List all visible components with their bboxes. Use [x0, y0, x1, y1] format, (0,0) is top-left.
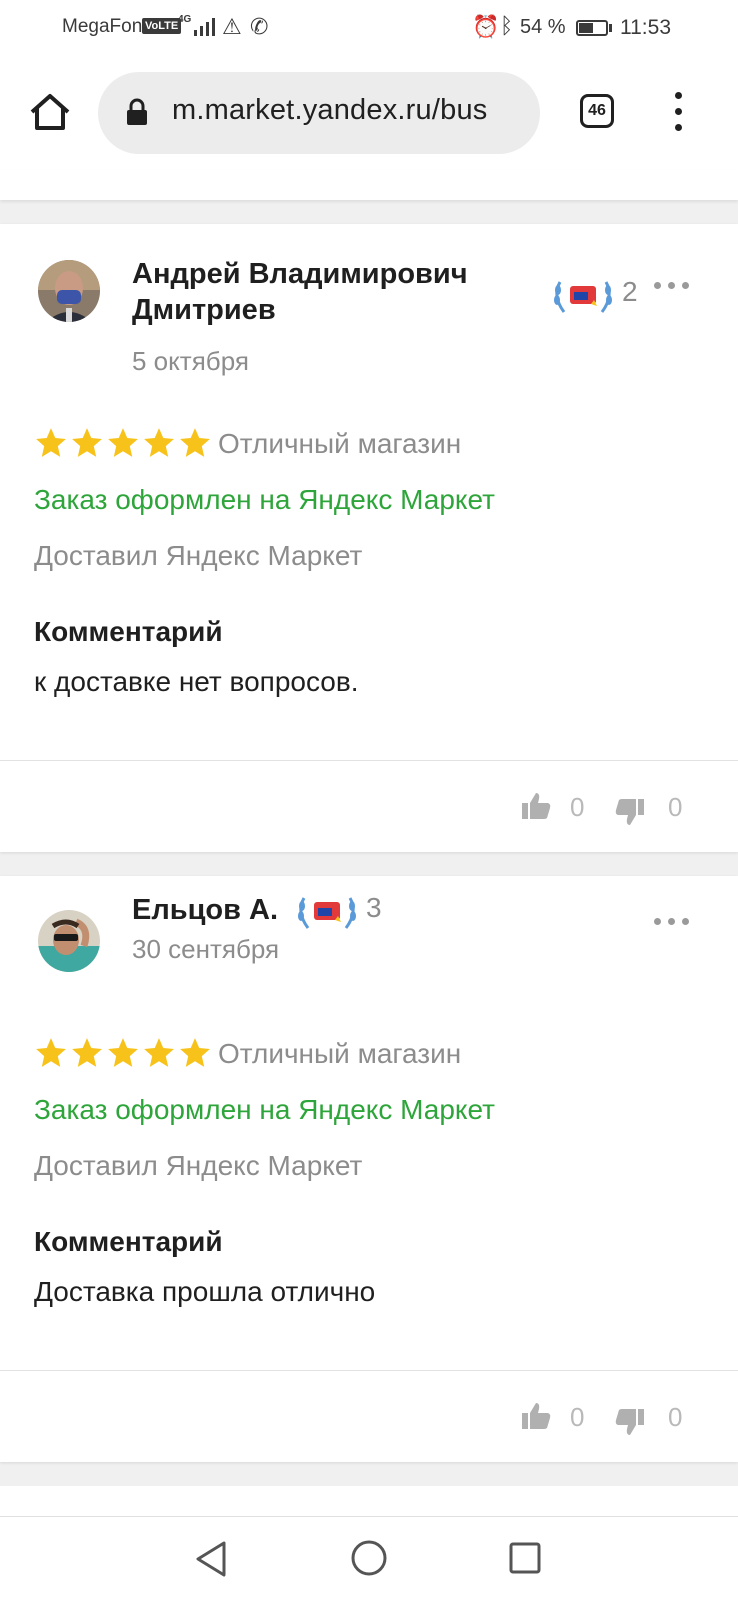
next-review-fragment: [0, 1486, 738, 1516]
warning-icon: ⚠: [222, 14, 242, 39]
battery-tip: [609, 24, 612, 32]
home-circle-icon[interactable]: [350, 1539, 388, 1577]
home-icon[interactable]: [28, 90, 72, 134]
divider: [0, 1370, 738, 1371]
thumbs-down-icon[interactable]: [614, 796, 646, 828]
signal-icon: [194, 18, 215, 36]
previous-review-fragment: [0, 170, 738, 200]
thumbs-down-icon[interactable]: [614, 1406, 646, 1438]
battery-percent: 54 %: [520, 16, 566, 38]
url-text[interactable]: m.market.yandex.ru/bus: [172, 94, 487, 127]
rating-text: Отличный магазин: [218, 428, 462, 459]
review-date: 5 октября: [132, 346, 249, 376]
star-icon: [108, 428, 138, 457]
star-icon: [108, 1038, 138, 1067]
like-count: 0: [570, 1402, 585, 1432]
star-icon: [144, 1038, 174, 1067]
comment-label: Комментарий: [34, 1226, 223, 1257]
star-icon: [36, 1038, 66, 1067]
star-icon: [180, 428, 210, 457]
star-icon: [72, 1038, 102, 1067]
avatar[interactable]: [38, 260, 100, 322]
more-options-icon[interactable]: [652, 282, 692, 294]
star-icon: [36, 428, 66, 457]
delivery-info: Доставил Яндекс Маркет: [34, 1150, 363, 1181]
author-name[interactable]: Андрей Владимирович Дмитриев: [132, 256, 468, 328]
star-icon: [180, 1038, 210, 1067]
carrier-name: MegaFon: [62, 16, 143, 37]
comment-label: Комментарий: [34, 616, 223, 647]
author-name-line: Дмитриев: [132, 294, 276, 326]
laurel-badge-icon[interactable]: [550, 274, 616, 318]
comment-text: к доставке нет вопросов.: [34, 666, 359, 697]
laurel-badge-icon[interactable]: [294, 890, 360, 934]
menu-icon[interactable]: [668, 92, 692, 132]
battery-icon: [576, 20, 608, 36]
thumbs-up-icon[interactable]: [520, 790, 552, 822]
comment-text: Доставка прошла отлично: [34, 1276, 376, 1307]
alarm-icon: ⏰: [472, 14, 500, 39]
star-icon: [144, 428, 174, 457]
review-card: Ельцов А. 3 30 сентября Отличный магазин…: [0, 876, 738, 1462]
star-rating: [34, 1036, 214, 1070]
whatsapp-icon: ✆: [250, 14, 269, 39]
star-icon: [72, 428, 102, 457]
review-date: 30 сентября: [132, 934, 280, 964]
bluetooth-icon: ᛒ: [500, 13, 514, 38]
battery-fill: [579, 23, 593, 33]
rating-text: Отличный магазин: [218, 1038, 462, 1069]
order-source: Заказ оформлен на Яндекс Маркет: [34, 484, 495, 515]
back-icon[interactable]: [194, 1539, 230, 1579]
review-card: Андрей Владимирович Дмитриев 5 октября 2…: [0, 224, 738, 852]
order-source: Заказ оформлен на Яндекс Маркет: [34, 1094, 495, 1125]
address-bar[interactable]: m.market.yandex.ru/bus: [98, 72, 540, 154]
clock: 11:53: [620, 16, 671, 39]
lock-icon: [127, 98, 147, 125]
like-count: 0: [570, 792, 585, 822]
avatar[interactable]: [38, 910, 100, 972]
thumbs-up-icon[interactable]: [520, 1400, 552, 1432]
star-rating: [34, 426, 214, 460]
network-type: 4G: [178, 14, 192, 25]
badge-count: 3: [366, 892, 382, 923]
dislike-count: 0: [668, 1402, 683, 1432]
divider: [0, 760, 738, 761]
recents-icon[interactable]: [508, 1541, 542, 1575]
author-name[interactable]: Ельцов А.: [132, 892, 278, 928]
volte-badge: VoLTE: [142, 18, 182, 34]
author-name-line: Андрей Владимирович: [132, 258, 468, 290]
browser-toolbar: m.market.yandex.ru/bus 46: [0, 56, 738, 171]
more-options-icon[interactable]: [652, 918, 692, 930]
dislike-count: 0: [668, 792, 683, 822]
system-nav-bar: [0, 1516, 738, 1601]
badge-count: 2: [622, 276, 638, 307]
status-bar: MegaFon VoLTE 4G ⚠ ✆ ⏰ ᛒ 54 % 11:53: [0, 0, 738, 56]
tabs-button[interactable]: 46: [580, 94, 614, 128]
delivery-info: Доставил Яндекс Маркет: [34, 540, 363, 571]
